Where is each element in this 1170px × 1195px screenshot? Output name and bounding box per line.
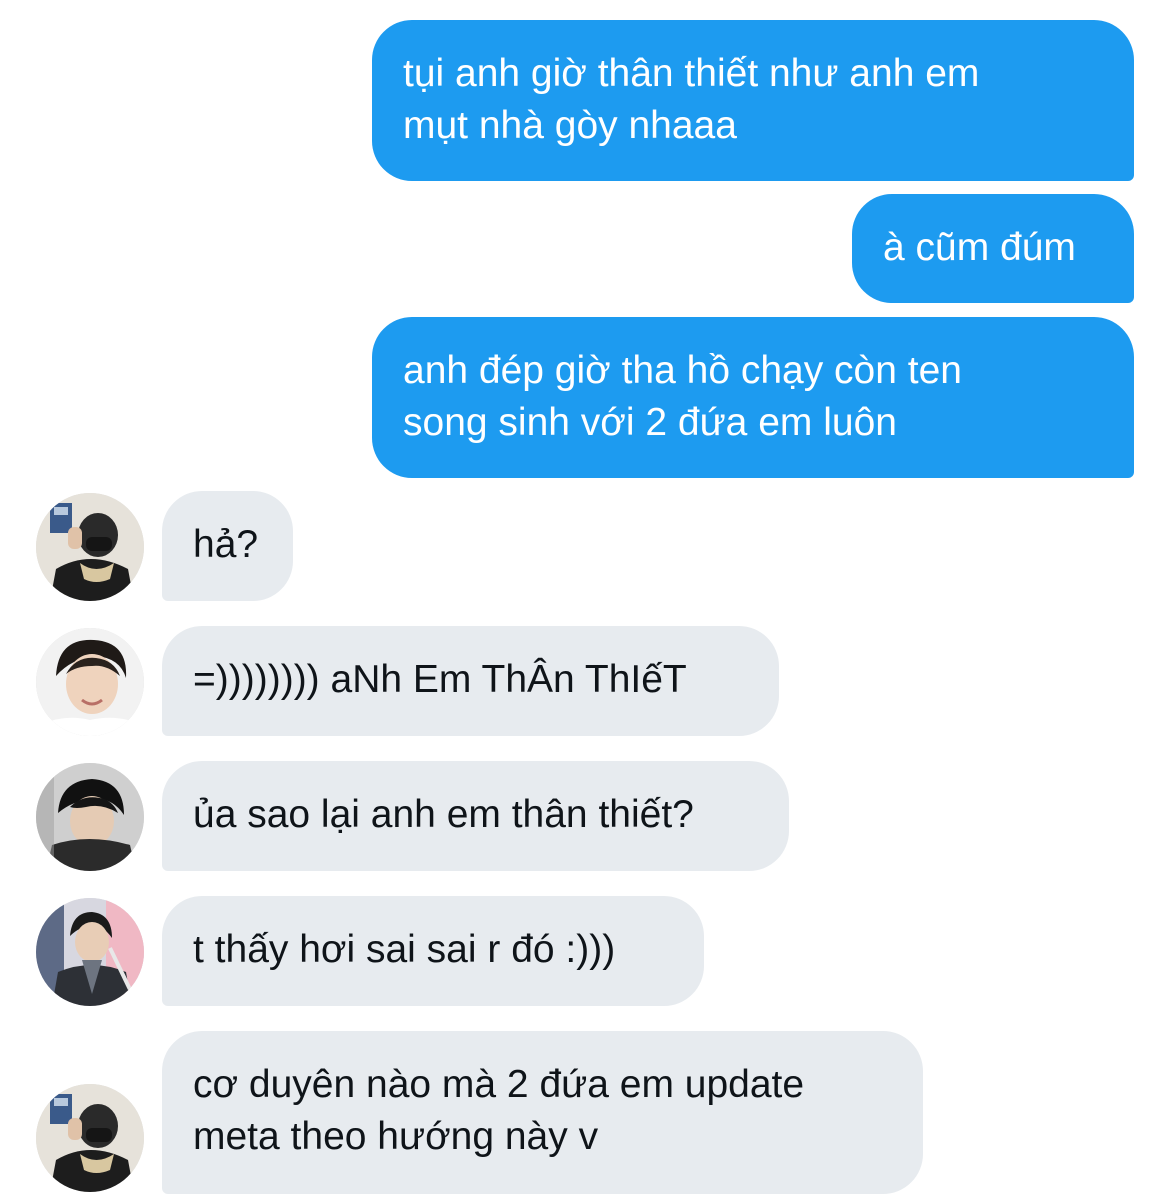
incoming-message-5[interactable]: cơ duyên nào mà 2 đứa em update meta the…: [162, 1031, 923, 1194]
incoming-message-3[interactable]: ủa sao lại anh em thân thiết?: [162, 761, 789, 871]
outgoing-message-1[interactable]: tụi anh giờ thân thiết như anh em mụt nh…: [372, 20, 1134, 181]
user-avatar-1-repeat[interactable]: [36, 1084, 144, 1192]
incoming-message-1[interactable]: hả?: [162, 491, 293, 601]
outgoing-message-2[interactable]: à cũm đúm: [852, 194, 1134, 303]
dm-conversation: { "conversation": { "messages": [ {"dire…: [0, 0, 1170, 1195]
outgoing-message-3[interactable]: anh đép giờ tha hồ chạy còn ten song sin…: [372, 317, 1134, 478]
user-avatar-2[interactable]: [36, 628, 144, 736]
incoming-message-2[interactable]: =)))))))) aNh Em ThÂn ThIếT: [162, 626, 779, 736]
user-avatar-3[interactable]: [36, 763, 144, 871]
user-avatar-1[interactable]: [36, 493, 144, 601]
user-avatar-4[interactable]: [36, 898, 144, 1006]
incoming-message-4[interactable]: t thấy hơi sai sai r đó :))): [162, 896, 704, 1006]
